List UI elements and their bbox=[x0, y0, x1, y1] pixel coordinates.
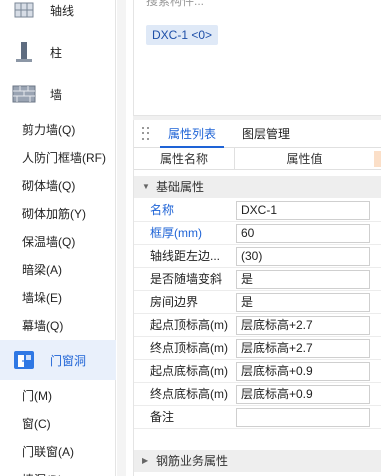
category-column[interactable]: 柱 bbox=[0, 32, 116, 72]
category-label: 轴线 bbox=[50, 3, 75, 18]
category-label: 墙 bbox=[50, 87, 63, 102]
nav-item-wall-opening[interactable]: 墙洞(D) bbox=[0, 466, 116, 476]
property-value-field[interactable]: 60 bbox=[236, 224, 370, 243]
property-value-field[interactable]: 层底标高+0.9 bbox=[236, 362, 370, 381]
property-value-field[interactable]: 是 bbox=[236, 293, 370, 312]
property-name: 起点顶标高(m) bbox=[150, 318, 228, 332]
property-value-field[interactable]: 层底标高+2.7 bbox=[236, 339, 370, 358]
nav-item-civil-defense-door-frame-wall[interactable]: 人防门框墙(RF) bbox=[0, 144, 116, 172]
nav-item-pilaster[interactable]: 墙垛(E) bbox=[0, 284, 116, 312]
brick-wall-icon bbox=[12, 82, 36, 106]
property-row: 备注 bbox=[134, 406, 381, 429]
property-row: 名称 DXC-1 bbox=[134, 199, 381, 222]
column-header-value: 属性值 bbox=[234, 148, 374, 170]
nav-item-masonry-reinforcement[interactable]: 砌体加筋(Y) bbox=[0, 200, 116, 228]
nav-item-shear-wall[interactable]: 剪力墙(Q) bbox=[0, 116, 116, 144]
property-row: 终点顶标高(m) 层底标高+2.7 bbox=[134, 337, 381, 360]
group-label: 钢筋业务属性 bbox=[156, 454, 229, 468]
group-label: 基础属性 bbox=[156, 180, 205, 194]
property-name: 名称 bbox=[150, 203, 175, 217]
property-value-field[interactable]: 层底标高+0.9 bbox=[236, 385, 370, 404]
door-window-icon bbox=[12, 348, 36, 372]
properties-table-header: 属性名称 属性值 bbox=[134, 148, 381, 170]
properties-tab-bar: 属性列表 图层管理 bbox=[134, 120, 381, 148]
drag-handle-icon[interactable] bbox=[142, 127, 150, 141]
property-value-field[interactable]: 是 bbox=[236, 270, 370, 289]
property-name: 终点底标高(m) bbox=[150, 387, 228, 401]
nav-item-masonry-wall[interactable]: 砌体墙(Q) bbox=[0, 172, 116, 200]
tab-property-list[interactable]: 属性列表 bbox=[160, 120, 224, 148]
property-group-rebar-business[interactable]: ▶ 钢筋业务属性 bbox=[134, 450, 381, 472]
property-name: 备注 bbox=[150, 410, 175, 424]
nav-scrollbar[interactable] bbox=[117, 0, 126, 476]
property-value-field[interactable]: DXC-1 bbox=[236, 201, 370, 220]
component-search-input[interactable]: 搜索构件... bbox=[146, 0, 204, 9]
property-value-field[interactable]: 层底标高+2.7 bbox=[236, 316, 370, 335]
nav-item-window[interactable]: 窗(C) bbox=[0, 410, 116, 438]
property-value-field[interactable] bbox=[236, 408, 370, 427]
property-row: 轴线距左边... (30) bbox=[134, 245, 381, 268]
nav-item-door[interactable]: 门(M) bbox=[0, 382, 116, 410]
column-icon bbox=[12, 40, 36, 64]
header-edge-marker bbox=[374, 151, 381, 167]
collapse-triangle-icon: ▼ bbox=[142, 182, 150, 191]
property-row: 起点顶标高(m) 层底标高+2.7 bbox=[134, 314, 381, 337]
property-name: 终点顶标高(m) bbox=[150, 341, 228, 355]
nav-item-door-window-combo[interactable]: 门联窗(A) bbox=[0, 438, 116, 466]
property-row: 房间边界 是 bbox=[134, 291, 381, 314]
category-door-window-opening[interactable]: 门窗洞 bbox=[0, 340, 116, 380]
axis-grid-icon bbox=[12, 0, 36, 22]
property-row: 是否随墙变斜 是 bbox=[134, 268, 381, 291]
property-name: 框厚(mm) bbox=[150, 226, 202, 240]
column-header-name: 属性名称 bbox=[159, 152, 208, 166]
component-item-selected[interactable]: DXC-1 <0> bbox=[146, 25, 219, 45]
properties-panel: 属性列表 图层管理 属性名称 属性值 ▼ 基础属性 名称 DXC-1 框厚(mm… bbox=[133, 120, 381, 476]
property-value-field[interactable]: (30) bbox=[236, 247, 370, 266]
property-name: 起点底标高(m) bbox=[150, 364, 228, 378]
component-list-panel: 搜索构件... DXC-1 <0> bbox=[133, 0, 381, 116]
nav-item-insulation-wall[interactable]: 保温墙(Q) bbox=[0, 228, 116, 256]
category-wall[interactable]: 墙 bbox=[0, 74, 116, 114]
property-row: 终点底标高(m) 层底标高+0.9 bbox=[134, 383, 381, 406]
property-name: 是否随墙变斜 bbox=[150, 272, 223, 286]
category-label: 柱 bbox=[50, 45, 63, 60]
property-row: 起点底标高(m) 层底标高+0.9 bbox=[134, 360, 381, 383]
property-row: 框厚(mm) 60 bbox=[134, 222, 381, 245]
expand-triangle-icon: ▶ bbox=[142, 456, 149, 465]
component-tree-panel: 轴线 柱 墙 剪力墙(Q) 人防门框墙(RF) 砌体墙(Q) 砌体加筋(Y) 保… bbox=[0, 0, 116, 476]
property-name: 房间边界 bbox=[150, 295, 199, 309]
property-name: 轴线距左边... bbox=[150, 249, 221, 263]
property-group-basic[interactable]: ▼ 基础属性 bbox=[134, 176, 381, 198]
category-label: 门窗洞 bbox=[50, 353, 87, 368]
category-axis[interactable]: 轴线 bbox=[0, 0, 116, 30]
nav-item-hidden-beam[interactable]: 暗梁(A) bbox=[0, 256, 116, 284]
tab-layer-management[interactable]: 图层管理 bbox=[236, 120, 296, 148]
nav-item-curtain-wall[interactable]: 幕墙(Q) bbox=[0, 312, 116, 340]
